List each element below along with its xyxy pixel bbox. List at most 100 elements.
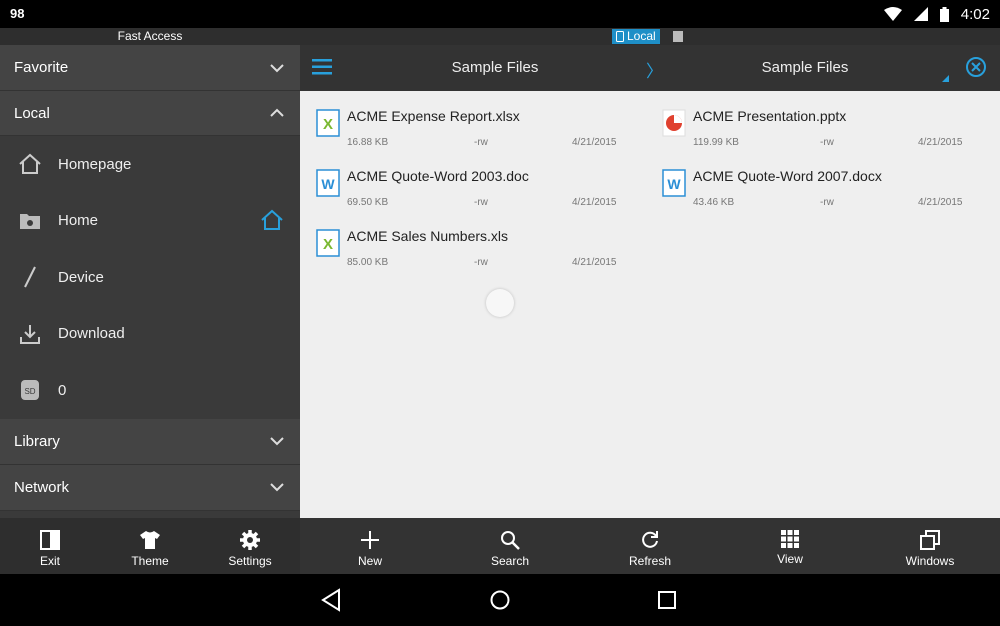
file-permissions: -rw xyxy=(820,137,834,148)
chevron-down-icon xyxy=(270,483,284,492)
svg-text:W: W xyxy=(321,176,335,192)
sidebar-item-label: Homepage xyxy=(58,155,132,173)
svg-text:W: W xyxy=(667,176,681,192)
file-date: 4/21/2015 xyxy=(572,257,617,268)
slash-icon xyxy=(24,266,36,288)
sidebar-item-sd[interactable]: SD 0 xyxy=(0,362,300,419)
search-icon xyxy=(501,531,520,550)
tab-local-label: Local xyxy=(627,29,656,43)
path-separator-icon: 〉 xyxy=(646,62,663,81)
tshirt-icon xyxy=(140,531,160,549)
file-permissions: -rw xyxy=(474,197,488,208)
theme-label: Theme xyxy=(131,554,169,568)
file-item[interactable]: W ACME Quote-Word 2007.docx 43.46 KB -rw… xyxy=(646,151,966,211)
sidebar-item-label: Home xyxy=(58,212,99,230)
fast-access-header: Fast Access xyxy=(0,28,300,45)
section-library-label: Library xyxy=(14,432,60,450)
file-permissions: -rw xyxy=(474,137,488,148)
file-name: ACME Quote-Word 2003.doc xyxy=(347,168,529,184)
sidebar: Fast Access Favorite Local Homepage Home… xyxy=(0,28,300,518)
dropdown-corner-icon[interactable] xyxy=(942,75,949,82)
clock: 4:02 xyxy=(960,5,990,23)
gear-icon xyxy=(240,530,260,550)
file-size: 16.88 KB xyxy=(347,137,389,148)
file-item[interactable]: ACME Presentation.pptx 119.99 KB -rw 4/2… xyxy=(646,91,966,151)
file-date: 4/21/2015 xyxy=(572,137,617,148)
refresh-icon xyxy=(642,531,658,548)
loading-spinner xyxy=(486,289,514,317)
recents-icon[interactable] xyxy=(657,590,677,610)
file-item[interactable]: W ACME Quote-Word 2003.doc 69.50 KB -rw … xyxy=(300,151,620,211)
file-name: ACME Expense Report.xlsx xyxy=(347,108,520,124)
file-permissions: -rw xyxy=(474,257,488,268)
sidebar-item-device[interactable]: Device xyxy=(0,249,300,306)
home-circle-icon[interactable] xyxy=(488,588,512,612)
close-icon[interactable] xyxy=(965,56,987,78)
exit-button[interactable]: Exit xyxy=(0,518,100,574)
search-label: Search xyxy=(490,554,530,568)
chevron-down-icon xyxy=(270,63,284,72)
file-date: 4/21/2015 xyxy=(918,197,963,208)
refresh-button[interactable]: Refresh xyxy=(580,518,720,574)
house-icon xyxy=(19,153,41,175)
notification-count: 98 xyxy=(10,6,25,21)
file-date: 4/21/2015 xyxy=(918,137,963,148)
sidebar-item-home[interactable]: Home xyxy=(0,193,300,250)
menu-icon[interactable] xyxy=(312,58,332,76)
exit-label: Exit xyxy=(39,554,60,568)
file-permissions: -rw xyxy=(820,197,834,208)
file-list: X ACME Expense Report.xlsx 16.88 KB -rw … xyxy=(300,91,1000,518)
search-button[interactable]: Search xyxy=(440,518,580,574)
windows-button[interactable]: Windows xyxy=(860,518,1000,574)
local-items: Homepage Home Device Download SD 0 xyxy=(0,136,300,419)
new-button[interactable]: New xyxy=(300,518,440,574)
view-button[interactable]: View xyxy=(720,518,860,574)
signal-icon xyxy=(913,7,928,21)
section-library[interactable]: Library xyxy=(0,418,300,465)
file-name: ACME Sales Numbers.xls xyxy=(347,228,509,244)
home-badge-icon[interactable] xyxy=(260,209,284,231)
file-size: 85.00 KB xyxy=(347,257,389,268)
file-date: 4/21/2015 xyxy=(572,197,617,208)
section-favorite[interactable]: Favorite xyxy=(0,45,300,91)
chevron-down-icon xyxy=(270,437,284,446)
chevron-up-icon xyxy=(270,108,284,117)
phone-icon xyxy=(616,31,624,42)
svg-text:SD: SD xyxy=(24,387,35,396)
file-size: 119.99 KB xyxy=(693,137,739,148)
battery-icon xyxy=(939,6,949,22)
main-bottom-bar: New Search Refresh View Windows xyxy=(300,518,1000,574)
sd-card-icon: SD xyxy=(21,380,39,401)
file-item[interactable]: X ACME Expense Report.xlsx 16.88 KB -rw … xyxy=(300,91,620,151)
settings-label: Settings xyxy=(228,554,272,568)
sidebar-item-homepage[interactable]: Homepage xyxy=(0,136,300,193)
wifi-icon xyxy=(883,7,902,21)
tab-row: Local xyxy=(300,28,1000,45)
word-file-icon: W xyxy=(662,169,686,197)
theme-button[interactable]: Theme xyxy=(100,518,200,574)
tab-local[interactable]: Local xyxy=(612,29,660,44)
grid-icon xyxy=(781,530,799,548)
section-network[interactable]: Network xyxy=(0,464,300,511)
status-bar: 98 4:02 xyxy=(0,0,1000,28)
plus-icon xyxy=(361,531,379,549)
folder-icon xyxy=(20,213,40,229)
file-item[interactable]: X ACME Sales Numbers.xls 85.00 KB -rw 4/… xyxy=(300,211,620,271)
back-icon[interactable] xyxy=(320,588,342,612)
section-network-label: Network xyxy=(14,478,70,496)
section-local-label: Local xyxy=(14,104,50,122)
path-toolbar: Sample Files 〉 Sample Files xyxy=(300,45,1000,91)
sidebar-item-download[interactable]: Download xyxy=(0,306,300,363)
settings-button[interactable]: Settings xyxy=(200,518,300,574)
file-name: ACME Quote-Word 2007.docx xyxy=(693,168,882,184)
sidebar-item-label: Device xyxy=(58,268,104,286)
file-size: 43.46 KB xyxy=(693,197,735,208)
tab-extra-icon[interactable] xyxy=(673,31,683,42)
path-title-right[interactable]: Sample Files xyxy=(730,59,880,76)
sidebar-item-label: Download xyxy=(58,325,125,343)
section-local[interactable]: Local xyxy=(0,91,300,136)
path-title-left[interactable]: Sample Files xyxy=(420,59,570,76)
word-file-icon: W xyxy=(316,169,340,197)
section-favorite-label: Favorite xyxy=(14,59,69,76)
file-size: 69.50 KB xyxy=(347,197,389,208)
